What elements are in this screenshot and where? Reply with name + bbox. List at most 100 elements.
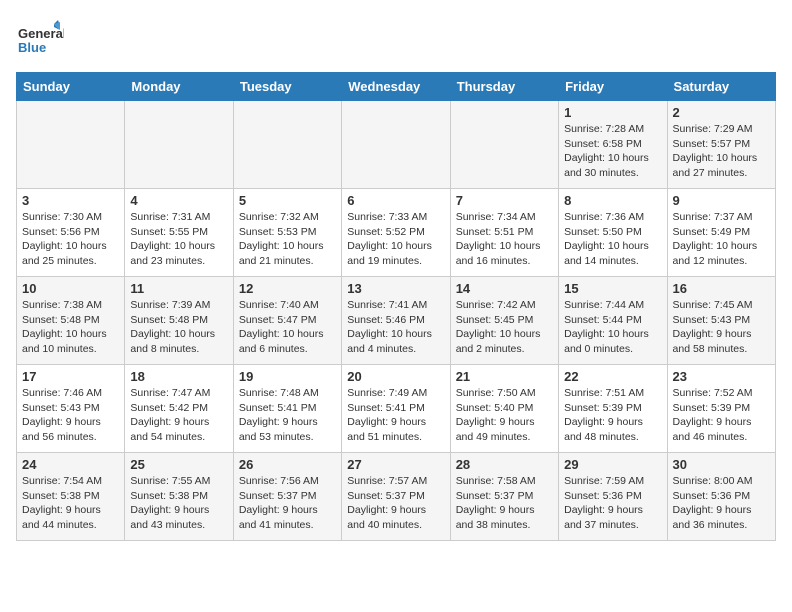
day-number: 2 (673, 105, 770, 120)
day-info: Sunrise: 7:55 AM Sunset: 5:38 PM Dayligh… (130, 474, 227, 533)
day-info: Sunrise: 7:32 AM Sunset: 5:53 PM Dayligh… (239, 210, 336, 269)
day-info: Sunrise: 7:56 AM Sunset: 5:37 PM Dayligh… (239, 474, 336, 533)
week-row-5: 24Sunrise: 7:54 AM Sunset: 5:38 PM Dayli… (17, 453, 776, 541)
day-info: Sunrise: 8:00 AM Sunset: 5:36 PM Dayligh… (673, 474, 770, 533)
day-info: Sunrise: 7:28 AM Sunset: 6:58 PM Dayligh… (564, 122, 661, 181)
day-cell (17, 101, 125, 189)
day-cell: 9 Sunrise: 7:37 AM Sunset: 5:49 PM Daylig… (667, 189, 775, 277)
day-number: 6 (347, 193, 444, 208)
day-info: Sunrise: 7:29 AM Sunset: 5:57 PM Dayligh… (673, 122, 770, 181)
day-number: 4 (130, 193, 227, 208)
day-cell: 16 Sunrise: 7:45 AM Sunset: 5:43 PM Dayli… (667, 277, 775, 365)
day-cell: 15 Sunrise: 7:44 AM Sunset: 5:44 PM Dayli… (559, 277, 667, 365)
day-cell: 5Sunrise: 7:32 AM Sunset: 5:53 PM Daylig… (233, 189, 341, 277)
day-cell: 11Sunrise: 7:39 AM Sunset: 5:48 PM Dayli… (125, 277, 233, 365)
day-cell: 28 Sunrise: 7:58 AM Sunset: 5:37 PM Dayli… (450, 453, 558, 541)
day-cell (450, 101, 558, 189)
header-cell-thursday: Thursday (450, 73, 558, 101)
page-header: General Blue (16, 16, 776, 64)
day-cell: 30 Sunrise: 8:00 AM Sunset: 5:36 PM Dayli… (667, 453, 775, 541)
header-cell-friday: Friday (559, 73, 667, 101)
day-info: Sunrise: 7:42 AM Sunset: 5:45 PM Dayligh… (456, 298, 553, 357)
day-number: 16 (673, 281, 770, 296)
calendar-table: SundayMondayTuesdayWednesdayThursdayFrid… (16, 72, 776, 541)
day-number: 11 (130, 281, 227, 296)
day-cell: 10Sunrise: 7:38 AM Sunset: 5:48 PM Dayli… (17, 277, 125, 365)
day-cell: 21Sunrise: 7:50 AM Sunset: 5:40 PM Dayli… (450, 365, 558, 453)
calendar-body: 1 Sunrise: 7:28 AM Sunset: 6:58 PM Daylig… (17, 101, 776, 541)
day-cell (342, 101, 450, 189)
day-cell: 27 Sunrise: 7:57 AM Sunset: 5:37 PM Dayli… (342, 453, 450, 541)
day-info: Sunrise: 7:45 AM Sunset: 5:43 PM Dayligh… (673, 298, 770, 357)
week-row-2: 3Sunrise: 7:30 AM Sunset: 5:56 PM Daylig… (17, 189, 776, 277)
day-cell: 19 Sunrise: 7:48 AM Sunset: 5:41 PM Dayli… (233, 365, 341, 453)
day-number: 30 (673, 457, 770, 472)
header-cell-monday: Monday (125, 73, 233, 101)
day-info: Sunrise: 7:49 AM Sunset: 5:41 PM Dayligh… (347, 386, 444, 445)
day-cell (233, 101, 341, 189)
day-cell: 26Sunrise: 7:56 AM Sunset: 5:37 PM Dayli… (233, 453, 341, 541)
day-info: Sunrise: 7:40 AM Sunset: 5:47 PM Dayligh… (239, 298, 336, 357)
day-info: Sunrise: 7:31 AM Sunset: 5:55 PM Dayligh… (130, 210, 227, 269)
day-info: Sunrise: 7:44 AM Sunset: 5:44 PM Dayligh… (564, 298, 661, 357)
day-number: 7 (456, 193, 553, 208)
day-number: 25 (130, 457, 227, 472)
day-number: 24 (22, 457, 119, 472)
day-cell: 4 Sunrise: 7:31 AM Sunset: 5:55 PM Daylig… (125, 189, 233, 277)
header-cell-saturday: Saturday (667, 73, 775, 101)
day-number: 12 (239, 281, 336, 296)
week-row-3: 10Sunrise: 7:38 AM Sunset: 5:48 PM Dayli… (17, 277, 776, 365)
day-cell: 13 Sunrise: 7:41 AM Sunset: 5:46 PM Dayli… (342, 277, 450, 365)
day-cell: 2 Sunrise: 7:29 AM Sunset: 5:57 PM Daylig… (667, 101, 775, 189)
day-cell: 1 Sunrise: 7:28 AM Sunset: 6:58 PM Daylig… (559, 101, 667, 189)
day-number: 17 (22, 369, 119, 384)
day-info: Sunrise: 7:47 AM Sunset: 5:42 PM Dayligh… (130, 386, 227, 445)
day-cell: 23 Sunrise: 7:52 AM Sunset: 5:39 PM Dayli… (667, 365, 775, 453)
logo: General Blue (16, 16, 64, 64)
day-cell: 3Sunrise: 7:30 AM Sunset: 5:56 PM Daylig… (17, 189, 125, 277)
day-number: 19 (239, 369, 336, 384)
day-cell: 6Sunrise: 7:33 AM Sunset: 5:52 PM Daylig… (342, 189, 450, 277)
day-cell: 29 Sunrise: 7:59 AM Sunset: 5:36 PM Dayli… (559, 453, 667, 541)
day-number: 13 (347, 281, 444, 296)
day-info: Sunrise: 7:41 AM Sunset: 5:46 PM Dayligh… (347, 298, 444, 357)
svg-text:Blue: Blue (18, 40, 46, 55)
day-info: Sunrise: 7:59 AM Sunset: 5:36 PM Dayligh… (564, 474, 661, 533)
header-cell-wednesday: Wednesday (342, 73, 450, 101)
day-info: Sunrise: 7:52 AM Sunset: 5:39 PM Dayligh… (673, 386, 770, 445)
day-info: Sunrise: 7:36 AM Sunset: 5:50 PM Dayligh… (564, 210, 661, 269)
day-number: 15 (564, 281, 661, 296)
day-number: 23 (673, 369, 770, 384)
day-number: 28 (456, 457, 553, 472)
day-number: 3 (22, 193, 119, 208)
day-info: Sunrise: 7:57 AM Sunset: 5:37 PM Dayligh… (347, 474, 444, 533)
calendar-header: SundayMondayTuesdayWednesdayThursdayFrid… (17, 73, 776, 101)
day-cell: 14 Sunrise: 7:42 AM Sunset: 5:45 PM Dayli… (450, 277, 558, 365)
day-info: Sunrise: 7:37 AM Sunset: 5:49 PM Dayligh… (673, 210, 770, 269)
day-info: Sunrise: 7:58 AM Sunset: 5:37 PM Dayligh… (456, 474, 553, 533)
day-cell: 24Sunrise: 7:54 AM Sunset: 5:38 PM Dayli… (17, 453, 125, 541)
day-number: 20 (347, 369, 444, 384)
day-cell: 17 Sunrise: 7:46 AM Sunset: 5:43 PM Dayli… (17, 365, 125, 453)
header-row: SundayMondayTuesdayWednesdayThursdayFrid… (17, 73, 776, 101)
day-number: 14 (456, 281, 553, 296)
day-number: 1 (564, 105, 661, 120)
header-cell-tuesday: Tuesday (233, 73, 341, 101)
day-cell: 25 Sunrise: 7:55 AM Sunset: 5:38 PM Dayli… (125, 453, 233, 541)
day-number: 27 (347, 457, 444, 472)
day-cell (125, 101, 233, 189)
day-number: 18 (130, 369, 227, 384)
day-number: 29 (564, 457, 661, 472)
day-info: Sunrise: 7:46 AM Sunset: 5:43 PM Dayligh… (22, 386, 119, 445)
day-cell: 7 Sunrise: 7:34 AM Sunset: 5:51 PM Daylig… (450, 189, 558, 277)
day-info: Sunrise: 7:34 AM Sunset: 5:51 PM Dayligh… (456, 210, 553, 269)
day-number: 9 (673, 193, 770, 208)
header-cell-sunday: Sunday (17, 73, 125, 101)
logo-icon: General Blue (16, 16, 64, 64)
day-cell: 8 Sunrise: 7:36 AM Sunset: 5:50 PM Daylig… (559, 189, 667, 277)
day-info: Sunrise: 7:51 AM Sunset: 5:39 PM Dayligh… (564, 386, 661, 445)
day-info: Sunrise: 7:48 AM Sunset: 5:41 PM Dayligh… (239, 386, 336, 445)
day-number: 8 (564, 193, 661, 208)
day-number: 21 (456, 369, 553, 384)
day-info: Sunrise: 7:38 AM Sunset: 5:48 PM Dayligh… (22, 298, 119, 357)
